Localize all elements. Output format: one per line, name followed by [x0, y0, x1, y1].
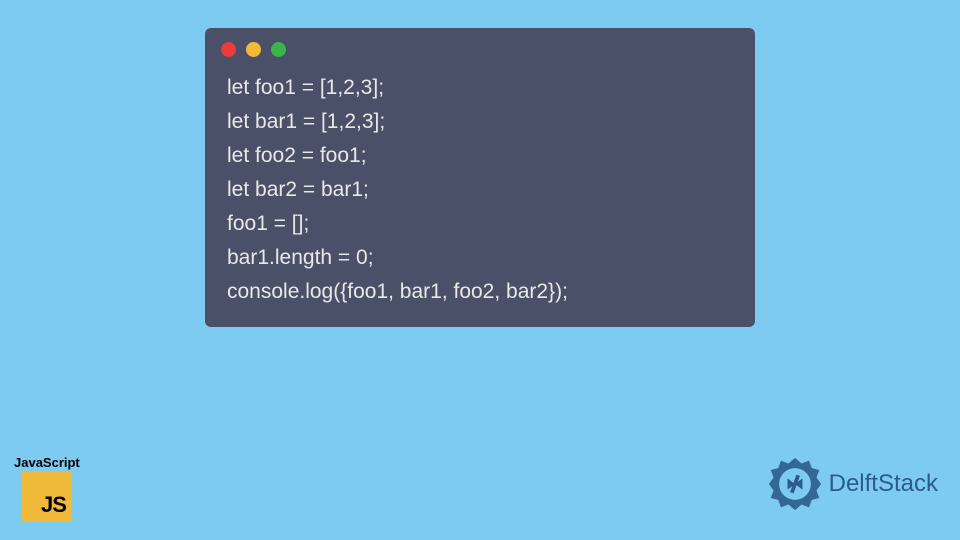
code-line: bar1.length = 0;: [227, 241, 733, 275]
code-window: let foo1 = [1,2,3]; let bar1 = [1,2,3]; …: [205, 28, 755, 327]
code-line: let bar1 = [1,2,3];: [227, 105, 733, 139]
code-line: foo1 = [];: [227, 207, 733, 241]
javascript-logo-icon: JS: [22, 472, 72, 522]
minimize-icon: [246, 42, 261, 57]
delftstack-badge: DelftStack: [767, 456, 938, 512]
code-line: console.log({foo1, bar1, foo2, bar2});: [227, 275, 733, 309]
javascript-label: JavaScript: [14, 455, 80, 470]
maximize-icon: [271, 42, 286, 57]
window-controls: [205, 28, 755, 67]
code-line: let bar2 = bar1;: [227, 173, 733, 207]
code-body: let foo1 = [1,2,3]; let bar1 = [1,2,3]; …: [205, 67, 755, 309]
delftstack-text: DelftStack: [829, 470, 938, 498]
code-line: let foo2 = foo1;: [227, 139, 733, 173]
close-icon: [221, 42, 236, 57]
delftstack-logo-icon: [767, 456, 823, 512]
javascript-badge: JavaScript JS: [14, 455, 80, 522]
code-line: let foo1 = [1,2,3];: [227, 71, 733, 105]
javascript-logo-text: JS: [41, 492, 66, 518]
